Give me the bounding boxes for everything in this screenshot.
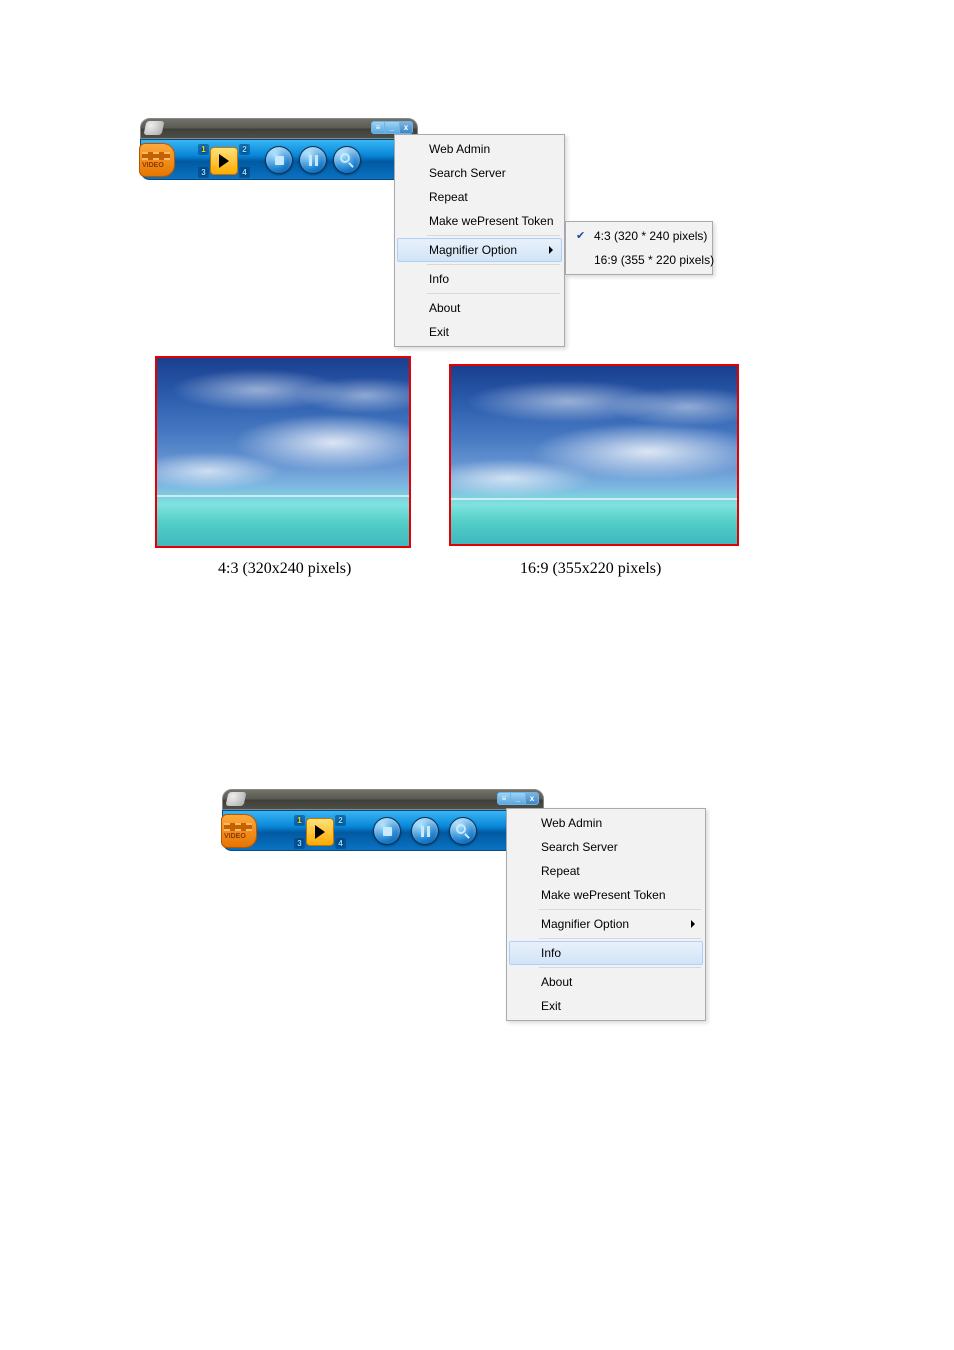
player-toolbar-2: ≡ _ x VIDEO 1 2 3 4 xyxy=(222,789,544,851)
menu-separator xyxy=(427,235,560,236)
play-button[interactable] xyxy=(306,818,334,846)
submenu-169[interactable]: 16:9 (355 * 220 pixels) xyxy=(568,248,710,272)
quad-3[interactable]: 3 xyxy=(294,838,305,849)
menu-search-server[interactable]: Search Server xyxy=(397,161,562,185)
minimize-button[interactable]: _ xyxy=(511,792,525,805)
menu-exit[interactable]: Exit xyxy=(509,994,703,1018)
pause-icon xyxy=(421,826,430,837)
pause-icon xyxy=(309,155,318,166)
toolbar-controls-2: VIDEO 1 2 3 4 xyxy=(222,810,544,851)
menu-separator xyxy=(427,264,560,265)
caption-169: 16:9 (355x220 pixels) xyxy=(520,560,661,578)
close-button[interactable]: x xyxy=(525,792,539,805)
quad-4[interactable]: 4 xyxy=(335,838,346,849)
menu-exit[interactable]: Exit xyxy=(397,320,562,344)
film-icon xyxy=(142,152,170,160)
menu-web-admin[interactable]: Web Admin xyxy=(509,811,703,835)
window-controls-1: ≡ _ x xyxy=(371,121,413,134)
quad-2[interactable]: 2 xyxy=(335,815,346,826)
menu-separator xyxy=(539,909,701,910)
magnifier-button[interactable] xyxy=(333,146,361,174)
magnifier-submenu: ✔ 4:3 (320 * 240 pixels) 16:9 (355 * 220… xyxy=(565,221,713,275)
menu-repeat[interactable]: Repeat xyxy=(509,859,703,883)
submenu-169-label: 16:9 (355 * 220 pixels) xyxy=(594,253,714,267)
sky-image-169 xyxy=(451,366,737,544)
submenu-arrow-icon xyxy=(549,246,553,254)
window-controls-2: ≡ _ x xyxy=(497,792,539,805)
player-toolbar-1: ≡ _ x VIDEO 1 2 3 4 xyxy=(140,118,418,180)
menu-make-token[interactable]: Make wePresent Token xyxy=(397,209,562,233)
menu-magnifier-label: Magnifier Option xyxy=(541,917,629,931)
grip-icon[interactable] xyxy=(144,121,165,135)
menu-button[interactable]: ≡ xyxy=(497,792,511,805)
video-label: VIDEO xyxy=(224,833,246,840)
stop-button[interactable] xyxy=(373,817,401,845)
menu-about[interactable]: About xyxy=(397,296,562,320)
quad-selector[interactable]: 1 2 3 4 xyxy=(197,144,251,178)
toolbar-top-1: ≡ _ x xyxy=(140,118,418,139)
video-label: VIDEO xyxy=(142,162,164,169)
magnifier-icon xyxy=(456,824,470,838)
stop-button[interactable] xyxy=(265,146,293,174)
film-icon xyxy=(224,823,252,831)
submenu-arrow-icon xyxy=(691,920,695,928)
quad-2[interactable]: 2 xyxy=(239,144,250,155)
preview-43 xyxy=(155,356,411,548)
menu-magnifier-option[interactable]: Magnifier Option xyxy=(397,238,562,262)
check-icon: ✔ xyxy=(576,231,586,241)
menu-web-admin[interactable]: Web Admin xyxy=(397,137,562,161)
quad-4[interactable]: 4 xyxy=(239,167,250,178)
play-button[interactable] xyxy=(210,147,238,175)
stop-icon xyxy=(383,827,392,836)
play-icon xyxy=(219,154,229,168)
context-menu-2: Web Admin Search Server Repeat Make wePr… xyxy=(506,808,706,1021)
menu-info[interactable]: Info xyxy=(509,941,703,965)
caption-43: 4:3 (320x240 pixels) xyxy=(218,560,351,578)
video-tab[interactable]: VIDEO xyxy=(139,143,175,177)
minimize-button[interactable]: _ xyxy=(385,121,399,134)
magnifier-icon xyxy=(340,153,354,167)
toolbar-top-2: ≡ _ x xyxy=(222,789,544,810)
pause-button[interactable] xyxy=(411,817,439,845)
menu-separator xyxy=(427,293,560,294)
menu-search-server[interactable]: Search Server xyxy=(509,835,703,859)
toolbar-controls-1: VIDEO 1 2 3 4 xyxy=(140,139,418,180)
quad-selector[interactable]: 1 2 3 4 xyxy=(293,815,347,849)
sky-image-43 xyxy=(157,358,409,546)
submenu-43-label: 4:3 (320 * 240 pixels) xyxy=(594,229,707,243)
quad-1[interactable]: 1 xyxy=(198,144,209,155)
magnifier-button[interactable] xyxy=(449,817,477,845)
submenu-43[interactable]: ✔ 4:3 (320 * 240 pixels) xyxy=(568,224,710,248)
grip-icon[interactable] xyxy=(226,792,247,806)
stop-icon xyxy=(275,156,284,165)
pause-button[interactable] xyxy=(299,146,327,174)
close-button[interactable]: x xyxy=(399,121,413,134)
preview-169 xyxy=(449,364,739,546)
menu-repeat[interactable]: Repeat xyxy=(397,185,562,209)
context-menu-1: Web Admin Search Server Repeat Make wePr… xyxy=(394,134,565,347)
menu-magnifier-option[interactable]: Magnifier Option xyxy=(509,912,703,936)
menu-about[interactable]: About xyxy=(509,970,703,994)
video-tab[interactable]: VIDEO xyxy=(221,814,257,848)
menu-separator xyxy=(539,967,701,968)
menu-button[interactable]: ≡ xyxy=(371,121,385,134)
quad-1[interactable]: 1 xyxy=(294,815,305,826)
menu-magnifier-label: Magnifier Option xyxy=(429,243,517,257)
menu-make-token[interactable]: Make wePresent Token xyxy=(509,883,703,907)
menu-info[interactable]: Info xyxy=(397,267,562,291)
quad-3[interactable]: 3 xyxy=(198,167,209,178)
play-icon xyxy=(315,825,325,839)
menu-separator xyxy=(539,938,701,939)
